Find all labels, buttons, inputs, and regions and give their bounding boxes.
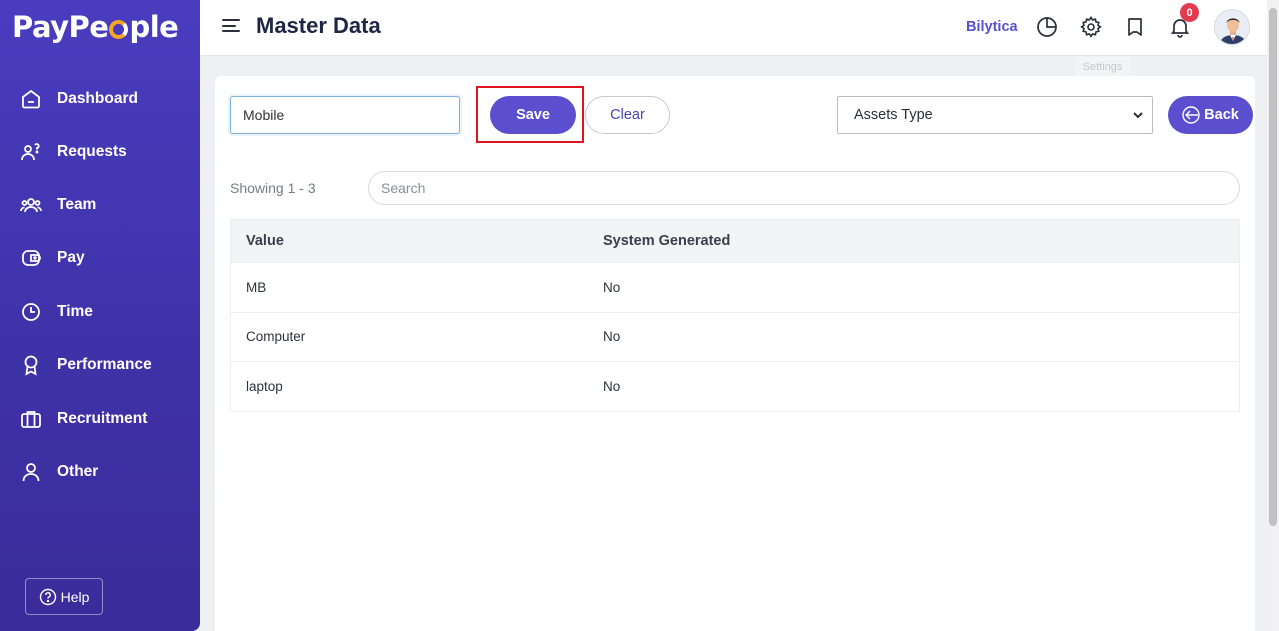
- scrollbar-thumb[interactable]: [1269, 8, 1277, 526]
- type-select-value: Assets Type: [854, 107, 933, 123]
- help-label: Help: [60, 588, 90, 605]
- type-select[interactable]: Assets Type: [837, 96, 1153, 134]
- gear-icon[interactable]: [1079, 15, 1103, 39]
- sidebar-item-label: Recruitment: [57, 410, 148, 427]
- sidebar-item-label: Dashboard: [57, 90, 138, 107]
- table-row[interactable]: Computer No: [231, 311, 1239, 362]
- home-icon: [20, 88, 42, 110]
- back-label: Back: [1204, 107, 1239, 123]
- sidebar: PayPe ple Dashboard Requests Team Pay Tim…: [0, 0, 200, 631]
- save-button[interactable]: Save: [490, 96, 576, 134]
- showing-count: Showing 1 - 3: [230, 180, 316, 196]
- team-icon: [20, 194, 42, 216]
- user-icon: [20, 461, 42, 483]
- cell-system-generated: No: [603, 378, 621, 394]
- sidebar-item-label: Team: [57, 196, 97, 213]
- cell-value: MB: [246, 279, 267, 295]
- arrow-left-icon: [1182, 106, 1200, 124]
- sidebar-item-dashboard[interactable]: Dashboard: [20, 88, 138, 110]
- column-header-value[interactable]: Value: [231, 233, 588, 249]
- back-button[interactable]: Back: [1168, 96, 1253, 134]
- data-table: Value System Generated MB No Computer No…: [230, 219, 1240, 412]
- table-row[interactable]: laptop No: [231, 361, 1239, 411]
- sidebar-item-label: Pay: [57, 249, 85, 266]
- page-title: Master Data: [256, 13, 381, 38]
- sidebar-item-team[interactable]: Team: [20, 194, 96, 216]
- notification-badge: 0: [1180, 3, 1199, 22]
- column-header-system-generated[interactable]: System Generated: [588, 233, 730, 249]
- logo-ring-icon: [109, 20, 129, 39]
- avatar[interactable]: [1214, 9, 1250, 45]
- pie-chart-icon[interactable]: [1035, 15, 1059, 39]
- award-icon: [20, 354, 42, 376]
- page-scrollbar[interactable]: [1267, 0, 1279, 631]
- value-input[interactable]: [230, 96, 460, 134]
- chevron-down-icon: [1133, 112, 1143, 119]
- top-header: Master Data Bilytica 0: [200, 0, 1279, 56]
- logo-text-end: ple: [129, 10, 179, 44]
- master-data-card: Save Clear Assets Type Back Showing 1 - …: [215, 76, 1255, 631]
- logo-text-start: PayPe: [12, 10, 109, 44]
- sidebar-item-label: Time: [57, 303, 93, 320]
- cell-system-generated: No: [603, 329, 621, 345]
- help-button[interactable]: Help: [25, 578, 103, 615]
- sidebar-item-pay[interactable]: Pay: [20, 247, 85, 269]
- sidebar-item-label: Other: [57, 463, 99, 480]
- pay-icon: [20, 247, 42, 269]
- menu-toggle-icon[interactable]: [222, 19, 240, 33]
- bookmark-icon[interactable]: [1123, 15, 1147, 39]
- search-input[interactable]: [368, 171, 1240, 205]
- sidebar-item-recruitment[interactable]: Recruitment: [20, 408, 147, 430]
- clock-icon: [20, 301, 42, 323]
- table-header: Value System Generated: [231, 220, 1239, 262]
- sidebar-item-performance[interactable]: Performance: [20, 354, 152, 376]
- settings-tooltip: Settings: [1075, 57, 1130, 77]
- sidebar-item-label: Performance: [57, 356, 152, 373]
- sidebar-item-time[interactable]: Time: [20, 301, 93, 323]
- paypeople-logo[interactable]: PayPe ple: [12, 10, 179, 44]
- table-row[interactable]: MB No: [231, 262, 1239, 312]
- cell-value: laptop: [246, 378, 283, 394]
- requests-icon: [20, 141, 42, 163]
- cell-value: Computer: [246, 329, 306, 345]
- avatar-image: [1215, 10, 1249, 44]
- clear-button[interactable]: Clear: [585, 96, 670, 134]
- sidebar-item-requests[interactable]: Requests: [20, 141, 127, 163]
- sidebar-item-other[interactable]: Other: [20, 461, 98, 483]
- help-icon: [39, 588, 56, 605]
- company-name-link[interactable]: Bilytica: [966, 19, 1018, 35]
- cell-system-generated: No: [603, 279, 621, 295]
- briefcase-icon: [20, 408, 42, 430]
- sidebar-item-label: Requests: [57, 143, 127, 160]
